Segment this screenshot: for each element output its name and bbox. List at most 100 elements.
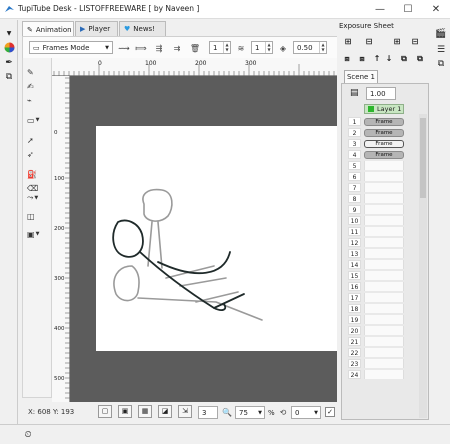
- spin-arrows-icon: ▲ ▼: [223, 42, 230, 53]
- previous-frames-spinbox[interactable]: 1 ▲ ▼: [209, 41, 231, 54]
- polyline-icon[interactable]: ⌁: [27, 94, 49, 106]
- selection-icon[interactable]: ➚: [27, 134, 49, 146]
- frame-row-number: 1: [348, 117, 361, 126]
- empty-cell[interactable]: [364, 227, 404, 236]
- paste-frame-icon[interactable]: ⧉: [413, 53, 427, 64]
- fit-view-icon[interactable]: ⇲: [178, 405, 192, 418]
- empty-cell[interactable]: [364, 205, 404, 214]
- frame-cell[interactable]: Frame: [364, 117, 404, 126]
- safe-area-icon[interactable]: ▢: [98, 405, 112, 418]
- frame-row-number: 6: [348, 172, 361, 181]
- frame-cell[interactable]: Frame: [364, 139, 404, 148]
- rotation-select[interactable]: 0 ▼: [291, 406, 321, 419]
- frame-row-number: 22: [348, 348, 361, 357]
- move-down-icon[interactable]: ↓: [383, 53, 395, 64]
- onion-back-icon[interactable]: ⟿: [117, 41, 131, 55]
- remove-scene-icon[interactable]: ⊟: [361, 36, 377, 47]
- rectangle-tool-icon[interactable]: ▭ ▼: [27, 114, 49, 126]
- empty-cell[interactable]: [364, 194, 404, 203]
- remove-layer-icon[interactable]: ⊟: [407, 36, 423, 47]
- vertical-scrollbar[interactable]: [419, 114, 427, 418]
- empty-cell[interactable]: [364, 315, 404, 324]
- chevron-down-icon: ▼: [258, 409, 262, 416]
- empty-cell[interactable]: [364, 359, 404, 368]
- frame-row-number: 3: [348, 139, 361, 148]
- empty-cell[interactable]: [364, 326, 404, 335]
- antialias-checkbox[interactable]: ✓: [325, 407, 335, 417]
- subgrid-icon[interactable]: ◪: [158, 405, 172, 418]
- close-button[interactable]: ✕: [422, 0, 450, 19]
- ruler-label: 200: [54, 226, 65, 232]
- empty-cell[interactable]: [364, 161, 404, 170]
- insert-layer-icon[interactable]: ⊞: [389, 36, 405, 47]
- layer-back-icon[interactable]: ⇶: [152, 41, 166, 55]
- frame-row-number: 10: [348, 216, 361, 225]
- eyedropper-icon[interactable]: ⤳ ▼: [27, 192, 49, 204]
- empty-cell[interactable]: [364, 282, 404, 291]
- empty-cell[interactable]: [364, 348, 404, 357]
- frame-number-field[interactable]: 3: [198, 406, 218, 419]
- frame-row-number: 18: [348, 304, 361, 313]
- safe-area-margin-icon[interactable]: ▣: [118, 405, 132, 418]
- layer-opacity-spinbox[interactable]: 1.00: [366, 87, 396, 100]
- scrollbar-thumb[interactable]: [420, 118, 426, 198]
- layer-header[interactable]: Layer 1: [364, 104, 404, 114]
- layer-color-icon: [368, 106, 374, 112]
- frame-row-number: 24: [348, 370, 361, 379]
- color-palette-icon[interactable]: [3, 42, 15, 54]
- layers-manager-icon[interactable]: ⧉: [435, 58, 447, 70]
- extend-frame-icon[interactable]: ⧈: [355, 53, 369, 64]
- empty-cell[interactable]: [364, 304, 404, 313]
- move-up-icon[interactable]: ↑: [371, 53, 383, 64]
- onion-forward-icon[interactable]: ⟾: [134, 41, 148, 55]
- pencil-icon[interactable]: ✎: [27, 66, 49, 78]
- empty-cell[interactable]: [364, 183, 404, 192]
- ruler-ticks: [65, 77, 70, 399]
- app-icon: [5, 6, 14, 12]
- frame-row-number: 4: [348, 150, 361, 159]
- tab-animation[interactable]: ✎ Animation: [22, 21, 74, 37]
- chevron-down-icon[interactable]: ▼: [3, 28, 15, 40]
- brush-icon[interactable]: ✒: [3, 57, 15, 69]
- timer-icon[interactable]: ⏲: [22, 429, 34, 441]
- empty-cell[interactable]: [364, 260, 404, 269]
- scenes-icon[interactable]: ☰: [435, 44, 447, 56]
- empty-cell[interactable]: [364, 238, 404, 247]
- library-icon[interactable]: ⧉: [3, 71, 15, 83]
- ruler-label: 0: [98, 60, 102, 67]
- tab-news[interactable]: ♥ News!: [119, 21, 166, 36]
- next-frames-spinbox[interactable]: 1 ▲ ▼: [251, 41, 273, 54]
- empty-cell[interactable]: [364, 293, 404, 302]
- tab-player[interactable]: ▶ Player: [75, 21, 118, 36]
- grid-icon[interactable]: ▦: [138, 405, 152, 418]
- maximize-button[interactable]: ☐: [394, 0, 422, 19]
- empty-cell[interactable]: [364, 249, 404, 258]
- drawing-canvas[interactable]: [96, 126, 340, 351]
- delete-icon[interactable]: 🗑: [188, 41, 202, 55]
- mode-select[interactable]: ▭ Frames Mode ▼: [29, 41, 113, 54]
- empty-cell[interactable]: [364, 370, 404, 379]
- frame-cell[interactable]: Frame: [364, 150, 404, 159]
- insert-scene-icon[interactable]: ⊞: [340, 36, 356, 47]
- layer-forward-icon[interactable]: ⇉: [170, 41, 184, 55]
- tab-scene-1[interactable]: Scene 1: [344, 70, 378, 83]
- node-selection-icon[interactable]: ➶: [27, 148, 49, 160]
- frame-cell[interactable]: Frame: [364, 128, 404, 137]
- zoom-icon: 🔍: [222, 407, 232, 417]
- canvas-workspace[interactable]: [70, 76, 340, 402]
- insert-frame-icon[interactable]: ⧈: [340, 53, 354, 64]
- onion-opacity-spinbox[interactable]: 0.50 ▲ ▼: [293, 41, 327, 54]
- zoom-select[interactable]: 75 ▼: [235, 406, 265, 419]
- empty-cell[interactable]: [364, 172, 404, 181]
- empty-cell[interactable]: [364, 337, 404, 346]
- empty-cell[interactable]: [364, 271, 404, 280]
- fill-bucket-icon[interactable]: ⛽: [27, 168, 49, 180]
- spin-arrows-icon: ▲ ▼: [319, 42, 326, 53]
- ink-icon[interactable]: ✍: [27, 80, 49, 92]
- camera-icon[interactable]: ◫: [27, 210, 49, 222]
- clapperboard-icon[interactable]: 🎬: [435, 28, 447, 40]
- text-tool-icon[interactable]: ▣ ▼: [27, 228, 49, 240]
- empty-cell[interactable]: [364, 216, 404, 225]
- minimize-button[interactable]: —: [366, 0, 394, 19]
- copy-frame-icon[interactable]: ⧉: [397, 53, 411, 64]
